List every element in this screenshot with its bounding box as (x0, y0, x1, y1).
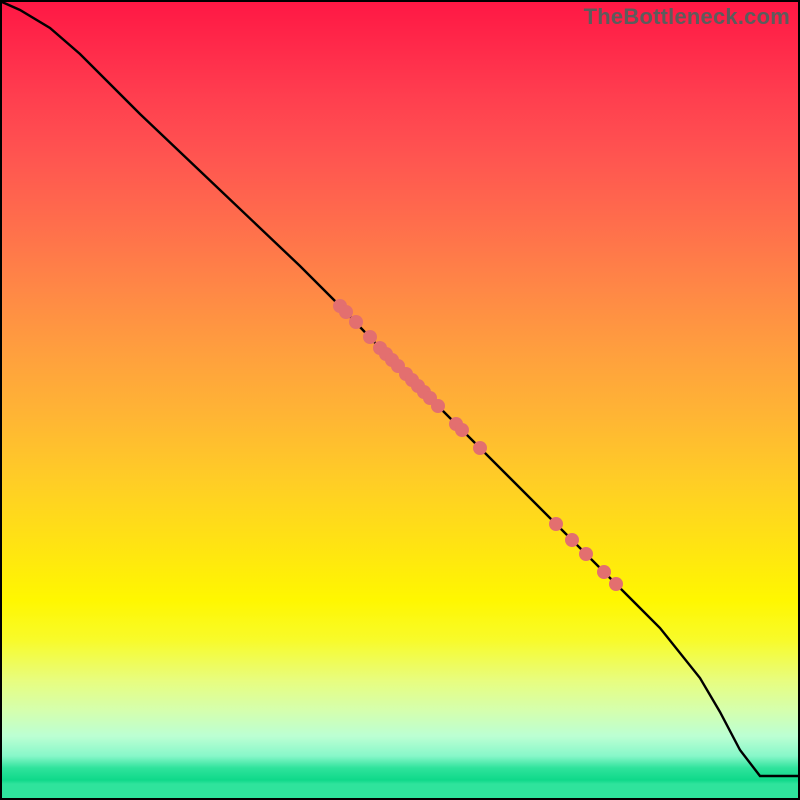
data-point-marker (549, 517, 563, 531)
data-point-marker (431, 399, 445, 413)
data-point-marker (597, 565, 611, 579)
data-point-marker (565, 533, 579, 547)
data-point-marker (579, 547, 593, 561)
data-point-marker (455, 423, 469, 437)
data-point-marker (339, 305, 353, 319)
data-point-marker (609, 577, 623, 591)
data-point-marker (349, 315, 363, 329)
watermark-text: TheBottleneck.com (584, 4, 790, 30)
plot-svg (0, 0, 800, 800)
data-point-marker (473, 441, 487, 455)
chart-root: TheBottleneck.com (0, 0, 800, 800)
curve-line (2, 2, 798, 776)
data-point-marker (363, 330, 377, 344)
